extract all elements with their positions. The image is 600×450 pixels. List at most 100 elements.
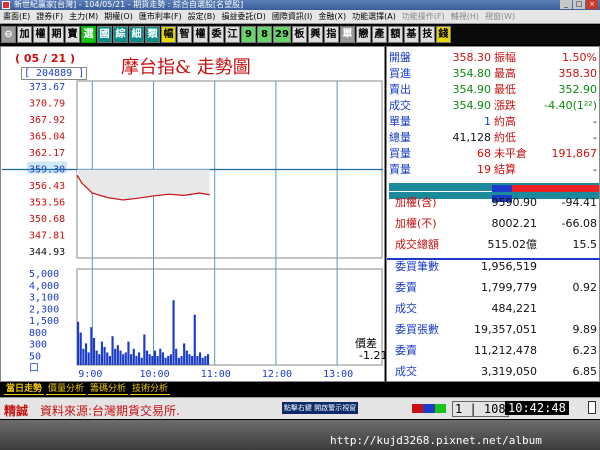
alert-window-button[interactable]: 點擊右鍵 開啟警示視窗 <box>282 402 358 414</box>
quote-label: 結算 <box>494 163 516 176</box>
order-change: 0.92 <box>572 281 598 294</box>
volume-tick-label: 50 <box>29 351 41 362</box>
quote-value: 19 <box>477 163 491 176</box>
menu-item[interactable]: 金融(X) <box>315 11 349 22</box>
menu-item[interactable]: 證券(F) <box>33 11 66 22</box>
quote-row: 單量 1 約高 - <box>387 115 600 128</box>
menu-bar: 畫面(E) 證券(F) 主力(M) 期權(O) 匯市利率(F) 設定(B) 損益委託(D) 國… <box>0 10 600 24</box>
x-tick-label: 13:00 <box>323 369 353 380</box>
price-tick-label: 356.43 <box>29 181 65 192</box>
quote-label: 漲跌 <box>494 99 516 112</box>
volume-bar <box>180 356 183 365</box>
volume-bar <box>84 343 88 365</box>
tab-0[interactable]: 當日走勢 <box>4 384 45 395</box>
toolbar-button[interactable]: 國 <box>97 26 112 43</box>
quote-label: 未平倉 <box>494 147 527 160</box>
toolbar-button[interactable]: 29 <box>273 26 291 43</box>
toolbar-button[interactable]: 指 <box>323 26 339 43</box>
toolbar-button[interactable]: 委 <box>209 26 224 43</box>
price-tick-label: 344.93 <box>29 247 65 258</box>
index-value: 8002.21 <box>491 217 538 230</box>
menu-item[interactable]: 期權(O) <box>101 11 136 22</box>
quote-label: 賣出 <box>389 83 411 96</box>
tab-2[interactable]: 籌碼分析 <box>88 384 129 395</box>
toolbar-button[interactable]: 智 <box>177 26 192 43</box>
quote-label: 成交 <box>389 99 411 112</box>
status-end-button[interactable] <box>588 401 596 414</box>
index-change: 15.5 <box>572 238 598 251</box>
menu-item[interactable]: 畫面(E) <box>0 11 33 22</box>
price-tick-label: 373.67 <box>29 82 65 93</box>
order-row: 成交 484,221 <box>387 299 600 319</box>
toolbar-button[interactable]: 產 <box>371 26 387 43</box>
toolbar-button[interactable]: 興 <box>307 26 323 43</box>
toolbar-button[interactable]: 9 <box>241 26 256 43</box>
toolbar-button[interactable]: 戀 <box>355 26 371 43</box>
volume-bar <box>140 357 143 365</box>
toolbar-button[interactable]: 權 <box>33 26 48 43</box>
index-change: -94.41 <box>561 196 597 209</box>
toolbar-button[interactable]: 幅 <box>161 26 176 43</box>
order-value: 484,221 <box>491 302 538 315</box>
toolbar-button[interactable]: 細 <box>129 26 144 43</box>
toolbar-button[interactable]: 8 <box>257 26 272 43</box>
toolbar-button[interactable]: 權 <box>193 26 208 43</box>
toolbar-button[interactable]: 寶 <box>65 26 80 43</box>
volume-bar <box>156 356 159 365</box>
menu-item[interactable]: 功能操作(F) <box>399 11 448 22</box>
price-chart-panel[interactable]: 9:00 10:00 11:00 12:00 13:00 373.67 370.79 367.… <box>0 46 387 382</box>
toolbar-button[interactable]: 錢 <box>435 26 451 43</box>
volume-bar <box>116 345 119 365</box>
toolbar-button[interactable]: 江 <box>225 26 240 43</box>
quote-label: 約高 <box>494 115 516 128</box>
toolbar-button[interactable]: 板 <box>291 26 307 43</box>
quote-value: - <box>593 131 597 144</box>
quote-row: 開盤 358.30 振幅 1.50% <box>387 51 600 64</box>
menu-item[interactable]: 匯市利率(F) <box>136 11 185 22</box>
toolbar-button[interactable]: 類 <box>145 26 160 43</box>
toolbar-button[interactable]: 綜 <box>113 26 128 43</box>
order-value: 1,799,779 <box>481 281 537 294</box>
quote-value: 68 <box>477 147 491 160</box>
index-label: 加權(不) <box>395 217 437 230</box>
menu-item[interactable]: 國際資訊(I) <box>269 11 316 22</box>
quote-row: 賣量 19 結算 - <box>387 163 600 176</box>
order-value: 19,357,051 <box>474 323 537 336</box>
volume-bar <box>137 352 141 365</box>
toolbar-button[interactable]: 技 <box>419 26 435 43</box>
toolbar-button[interactable]: 基 <box>403 26 419 43</box>
menu-item[interactable]: 主力(M) <box>66 11 101 22</box>
price-tick-label: 353.56 <box>29 197 65 208</box>
index-value: 9590.90 <box>491 196 538 209</box>
menu-item[interactable]: 設定(B) <box>185 11 219 22</box>
menu-item[interactable]: 功能選擇(A) <box>349 11 399 22</box>
toolbar-button[interactable]: ⊖ <box>1 26 16 43</box>
quote-value: 41,128 <box>452 131 492 144</box>
toolbar-button[interactable]: 額 <box>387 26 403 43</box>
tab-1[interactable]: 價量分析 <box>46 384 87 395</box>
clock: 10:42:48 <box>505 401 569 415</box>
volume-bar <box>127 341 130 365</box>
order-value: 3,319,050 <box>481 365 537 378</box>
volume-bar <box>177 357 180 365</box>
tab-3[interactable]: 技術分析 <box>130 384 171 395</box>
volume-bar <box>169 354 172 365</box>
menu-item[interactable]: 輔視(H) <box>448 11 482 22</box>
volume-bar <box>164 357 167 365</box>
volume-bar <box>188 354 191 365</box>
volume-bar <box>92 338 96 365</box>
close-button[interactable]: × <box>586 0 598 9</box>
minimize-button[interactable]: _ <box>560 0 572 9</box>
order-row: 委買筆數 1,956,519 <box>387 257 600 277</box>
quote-value: 358.30 <box>558 67 598 80</box>
toolbar-button[interactable]: 期 <box>49 26 64 43</box>
chart-tabs: 當日走勢 價量分析 籌碼分析 技術分析 <box>0 383 385 395</box>
toolbar-button[interactable]: 加 <box>17 26 32 43</box>
menu-item[interactable]: 視窗(W) <box>482 11 518 22</box>
volume-bar <box>119 350 122 365</box>
toolbar-button[interactable]: 單 <box>339 26 355 43</box>
order-row: 委賣 1,799,779 0.92 <box>387 278 600 298</box>
maximize-button[interactable]: □ <box>573 0 585 9</box>
toolbar-button[interactable]: 選 <box>81 26 96 43</box>
menu-item[interactable]: 損益委託(D) <box>218 11 268 22</box>
